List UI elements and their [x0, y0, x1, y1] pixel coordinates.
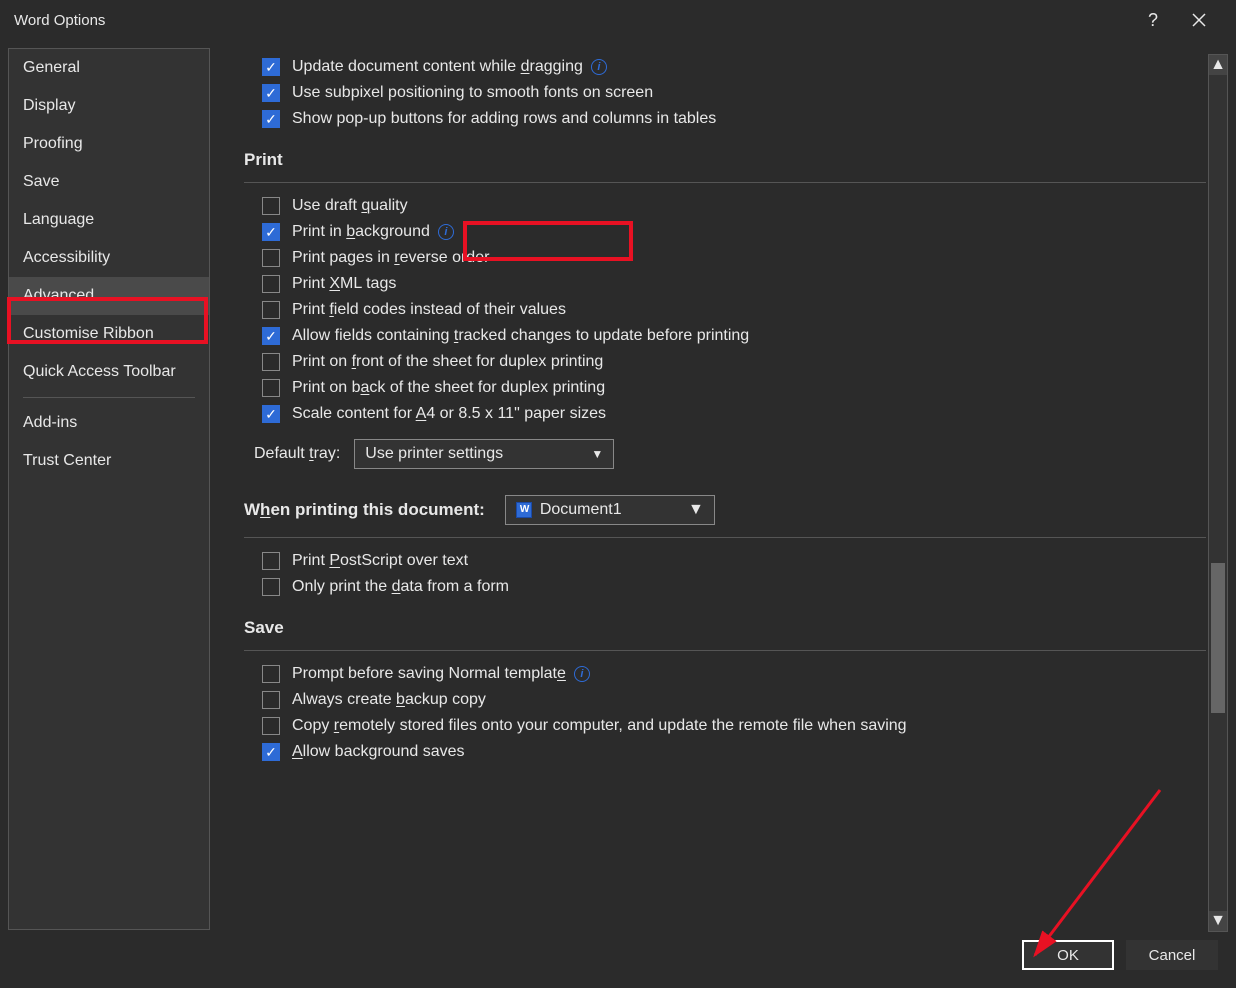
checkbox-subpixel[interactable] — [262, 84, 280, 102]
scroll-down-button[interactable]: ▼ — [1209, 911, 1227, 931]
checkbox-backup-copy[interactable] — [262, 691, 280, 709]
select-document[interactable]: Document1 ▼ — [505, 495, 715, 525]
section-when-printing: When printing this document: — [244, 500, 485, 520]
scroll-up-button[interactable]: ▲ — [1209, 55, 1227, 75]
sidebar-item-save[interactable]: Save — [9, 163, 209, 201]
checkbox-copy-remote[interactable] — [262, 717, 280, 735]
sidebar-item-customise-ribbon[interactable]: Customise Ribbon — [9, 315, 209, 353]
checkbox-postscript[interactable] — [262, 552, 280, 570]
label-update-dragging: Update document content while dragging — [292, 58, 583, 76]
cancel-button[interactable]: Cancel — [1126, 940, 1218, 970]
sidebar-item-quick-access-toolbar[interactable]: Quick Access Toolbar — [9, 353, 209, 391]
help-button[interactable]: ? — [1130, 0, 1176, 40]
label-scale-a4: Scale content for A4 or 8.5 x 11" paper … — [292, 405, 606, 423]
window-title: Word Options — [14, 12, 1130, 29]
label-backup-copy: Always create backup copy — [292, 691, 486, 709]
sidebar: General Display Proofing Save Language A… — [8, 48, 210, 930]
sidebar-item-proofing[interactable]: Proofing — [9, 125, 209, 163]
label-field-codes: Print field codes instead of their value… — [292, 301, 566, 319]
scroll-thumb[interactable] — [1211, 563, 1225, 713]
select-default-tray[interactable]: Use printer settings ▼ — [354, 439, 614, 469]
checkbox-update-dragging[interactable] — [262, 58, 280, 76]
sidebar-item-general[interactable]: General — [9, 49, 209, 87]
label-popup-buttons: Show pop-up buttons for adding rows and … — [292, 110, 716, 128]
label-reverse-order: Print pages in reverse order — [292, 249, 489, 267]
label-draft-quality: Use draft quality — [292, 197, 408, 215]
label-tracked-changes: Allow fields containing tracked changes … — [292, 327, 749, 345]
checkbox-front-duplex[interactable] — [262, 353, 280, 371]
checkbox-background-saves[interactable] — [262, 743, 280, 761]
info-icon[interactable]: i — [574, 666, 590, 682]
label-xml-tags: Print XML tags — [292, 275, 396, 293]
title-bar: Word Options ? — [0, 0, 1236, 40]
checkbox-popup-buttons[interactable] — [262, 110, 280, 128]
label-copy-remote: Copy remotely stored files onto your com… — [292, 717, 907, 735]
label-default-tray: Default tray: — [254, 445, 340, 463]
vertical-scrollbar[interactable]: ▲ ▼ — [1208, 54, 1228, 932]
chevron-down-icon: ▼ — [591, 447, 603, 461]
checkbox-prompt-normal[interactable] — [262, 665, 280, 683]
checkbox-print-data[interactable] — [262, 578, 280, 596]
checkbox-xml-tags[interactable] — [262, 275, 280, 293]
content-pane: Update document content while dragging i… — [210, 48, 1236, 930]
sidebar-item-advanced[interactable]: Advanced — [9, 277, 209, 315]
label-back-duplex: Print on back of the sheet for duplex pr… — [292, 379, 605, 397]
sidebar-item-language[interactable]: Language — [9, 201, 209, 239]
sidebar-item-accessibility[interactable]: Accessibility — [9, 239, 209, 277]
chevron-down-icon: ▼ — [688, 501, 704, 519]
checkbox-print-background[interactable] — [262, 223, 280, 241]
sidebar-item-add-ins[interactable]: Add-ins — [9, 404, 209, 442]
checkbox-scale-a4[interactable] — [262, 405, 280, 423]
checkbox-back-duplex[interactable] — [262, 379, 280, 397]
checkbox-draft-quality[interactable] — [262, 197, 280, 215]
label-postscript: Print PostScript over text — [292, 552, 468, 570]
close-button[interactable] — [1176, 0, 1222, 40]
label-print-background: Print in background — [292, 223, 430, 241]
checkbox-tracked-changes[interactable] — [262, 327, 280, 345]
ok-button[interactable]: OK — [1022, 940, 1114, 970]
word-doc-icon — [516, 502, 532, 518]
label-prompt-normal: Prompt before saving Normal template — [292, 665, 566, 683]
label-subpixel: Use subpixel positioning to smooth fonts… — [292, 84, 653, 102]
checkbox-field-codes[interactable] — [262, 301, 280, 319]
label-background-saves: Allow background saves — [292, 743, 465, 761]
checkbox-reverse-order[interactable] — [262, 249, 280, 267]
sidebar-item-trust-center[interactable]: Trust Center — [9, 442, 209, 480]
label-print-data: Only print the data from a form — [292, 578, 509, 596]
label-front-duplex: Print on front of the sheet for duplex p… — [292, 353, 603, 371]
section-print-title: Print — [244, 150, 1206, 170]
info-icon[interactable]: i — [591, 59, 607, 75]
section-save-title: Save — [244, 618, 1206, 638]
sidebar-item-display[interactable]: Display — [9, 87, 209, 125]
info-icon[interactable]: i — [438, 224, 454, 240]
